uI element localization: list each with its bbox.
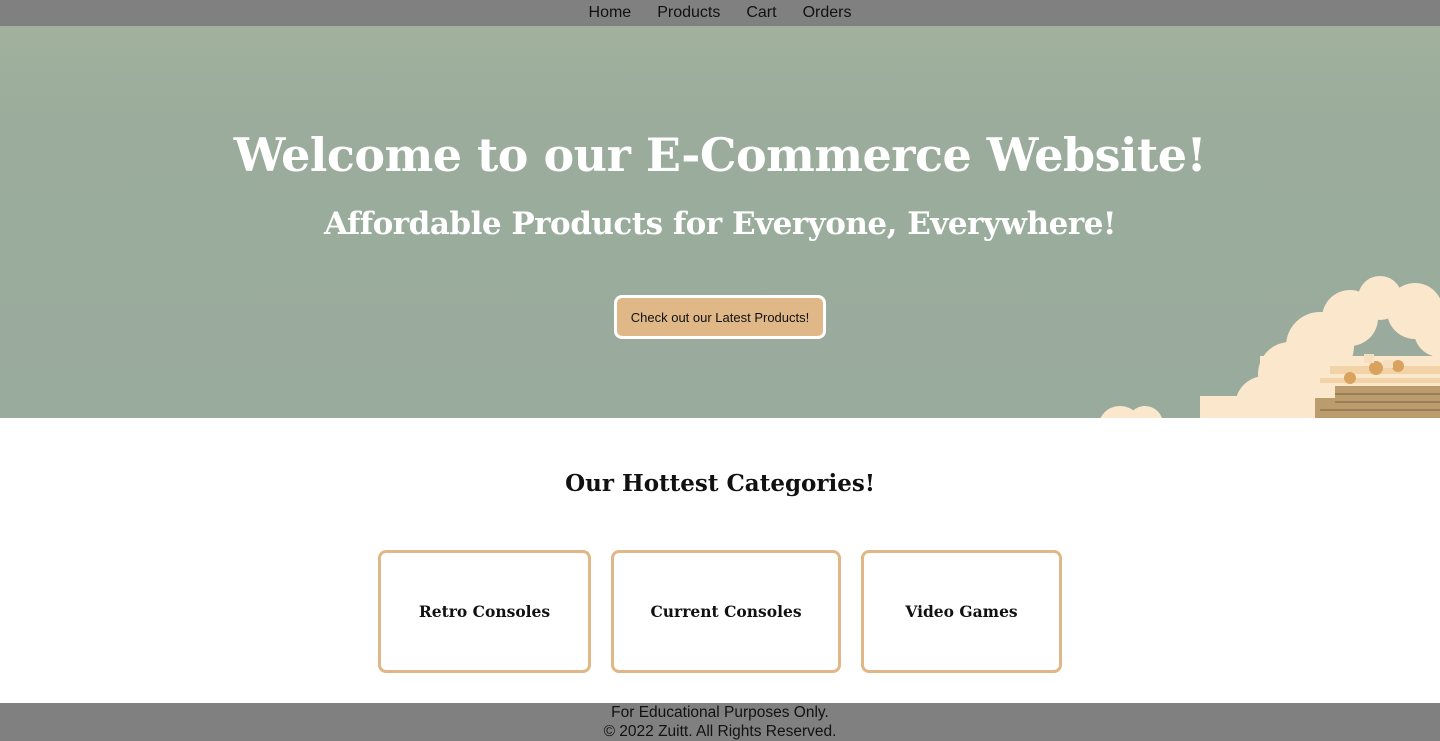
categories-title: Our Hottest Categories!: [565, 470, 875, 497]
category-label: Current Consoles: [650, 602, 802, 621]
category-card-current-consoles[interactable]: Current Consoles: [611, 550, 841, 673]
nav-link-cart[interactable]: Cart: [746, 4, 776, 22]
category-label: Video Games: [905, 602, 1018, 621]
hero-title: Welcome to our E-Commerce Website!: [233, 128, 1207, 182]
category-card-video-games[interactable]: Video Games: [861, 550, 1062, 673]
nav-link-orders[interactable]: Orders: [803, 4, 852, 22]
cloud-pixel-art-image: [1100, 276, 1440, 418]
category-label: Retro Consoles: [418, 602, 551, 621]
footer-disclaimer: For Educational Purposes Only.: [611, 704, 829, 721]
nav-link-home[interactable]: Home: [589, 4, 632, 22]
latest-products-button[interactable]: Check out our Latest Products!: [614, 295, 826, 339]
hero-subtitle: Affordable Products for Everyone, Everyw…: [323, 206, 1117, 242]
nav-link-products[interactable]: Products: [657, 4, 720, 22]
top-navbar: Home Products Cart Orders: [0, 0, 1440, 26]
hero-banner: Welcome to our E-Commerce Website! Affor…: [0, 26, 1440, 418]
footer-copyright: © 2022 Zuitt. All Rights Reserved.: [603, 723, 837, 740]
category-card-retro-consoles[interactable]: Retro Consoles: [378, 550, 591, 673]
page-footer: For Educational Purposes Only. © 2022 Zu…: [0, 703, 1440, 741]
